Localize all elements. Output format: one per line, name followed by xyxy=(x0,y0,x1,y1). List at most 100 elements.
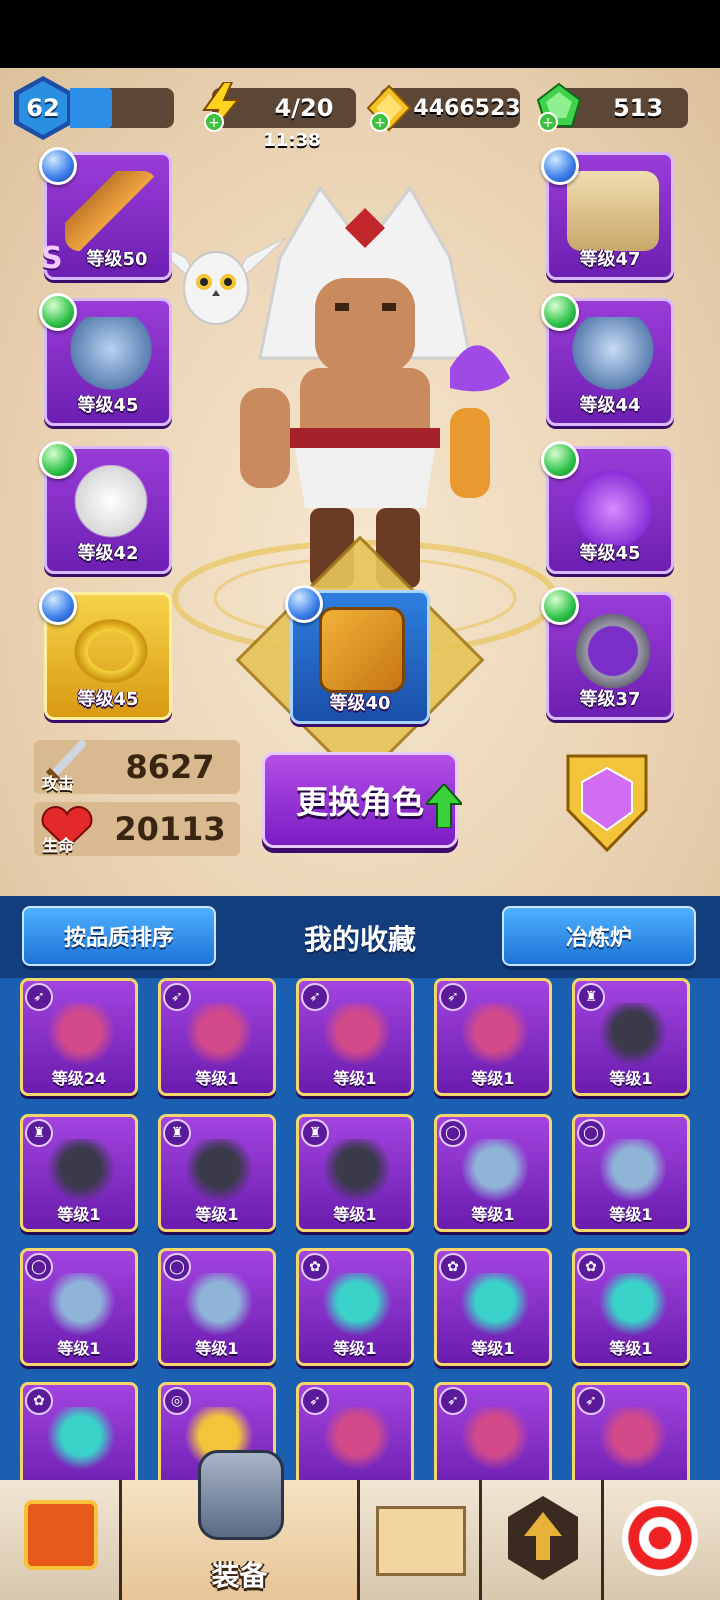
collection-item[interactable]: ➶ 等级1 xyxy=(158,978,276,1096)
ring-item-icon xyxy=(185,1273,253,1337)
slot-level: 等级47 xyxy=(579,249,641,270)
ring-item-icon xyxy=(461,1139,529,1203)
nav-tab-map[interactable] xyxy=(360,1480,482,1600)
item-level: 等级1 xyxy=(333,1339,377,1358)
nav-tab-chest[interactable] xyxy=(0,1480,122,1600)
gold-bracelet-icon xyxy=(65,611,157,691)
equip-slot-pet-2[interactable]: 等级45 xyxy=(541,441,674,574)
bow-item-icon xyxy=(461,1003,529,1067)
flame-pet-icon xyxy=(567,465,659,545)
slot-level: 等级45 xyxy=(77,689,139,710)
collection-item[interactable]: ◯ 等级1 xyxy=(158,1248,276,1366)
nav-tab-upgrade[interactable] xyxy=(482,1480,604,1600)
item-level: 等级1 xyxy=(333,1205,377,1224)
armor-item-icon xyxy=(185,1139,253,1203)
xp-bar xyxy=(70,88,174,128)
health-value: 20113 xyxy=(114,810,226,848)
collection-item[interactable]: ➶ 等级1 xyxy=(296,978,414,1096)
arrow-up-icon xyxy=(423,782,465,829)
pet-item-icon xyxy=(461,1273,529,1337)
element-orb-icon xyxy=(39,293,77,331)
energy-timer: 11:38 xyxy=(263,130,321,151)
gem-icon[interactable]: + xyxy=(534,82,584,132)
equip-slot-bracelet[interactable]: 等级45 xyxy=(39,587,172,720)
collection-item[interactable]: ♜ 等级1 xyxy=(572,978,690,1096)
sort-button-label: 按品质排序 xyxy=(63,926,174,951)
upgrade-arrow-icon xyxy=(508,1496,578,1580)
equip-slot-medallion[interactable]: 等级37 xyxy=(541,587,674,720)
armor-type-icon: ♜ xyxy=(25,1119,53,1147)
collection-item[interactable]: ➶ 等级1 xyxy=(434,978,552,1096)
sort-by-quality-button[interactable]: 按品质排序 xyxy=(22,906,216,966)
element-orb-icon xyxy=(541,293,579,331)
bow-item-icon xyxy=(461,1407,529,1471)
item-level: 等级1 xyxy=(471,1339,515,1358)
collection-grid: ➶ 等级24 ➶ 等级1 ➶ 等级1 ➶ 等级1 ♜ 等级1 ♜ 等级1 ♜ 等级1 ♜ 等级1 ◯ 等级1 ◯ 等级… xyxy=(0,978,720,1480)
collection-item[interactable]: ♜ 等级1 xyxy=(158,1114,276,1232)
equip-slot-spellbook[interactable]: 等级40 xyxy=(285,585,430,724)
item-level: 等级1 xyxy=(471,1205,515,1224)
forge-button[interactable]: 冶炼炉 xyxy=(502,906,696,966)
collection-item[interactable]: ✿ 等级1 xyxy=(434,1248,552,1366)
armor-type-icon: ♜ xyxy=(301,1119,329,1147)
collection-item[interactable]: ➶ xyxy=(572,1382,690,1480)
equip-slot-pet-1[interactable]: 等级42 xyxy=(39,441,172,574)
collection-title: 我的收藏 xyxy=(303,923,416,956)
owl-pet-icon xyxy=(65,465,157,545)
item-level: 等级1 xyxy=(57,1339,101,1358)
collection-item[interactable]: ◯ 等级1 xyxy=(20,1248,138,1366)
health-stat: 生命 20113 xyxy=(34,802,240,856)
svg-text:+: + xyxy=(374,115,386,131)
collection-item[interactable]: ♜ 等级1 xyxy=(296,1114,414,1232)
collection-item[interactable]: ♜ 等级1 xyxy=(20,1114,138,1232)
slot-level: 等级44 xyxy=(579,395,641,416)
pet-item-icon xyxy=(323,1273,391,1337)
bow-type-icon: ➶ xyxy=(577,1387,605,1415)
armor-item-icon xyxy=(599,1003,667,1067)
nav-tab-equipment[interactable]: 装备 xyxy=(122,1450,360,1600)
slot-level: 等级45 xyxy=(579,543,641,564)
slot-level: 等级45 xyxy=(77,395,139,416)
item-level: 等级1 xyxy=(333,1069,377,1088)
bow-type-icon: ➶ xyxy=(301,1387,329,1415)
equip-slot-weapon[interactable]: S 等级50 xyxy=(39,147,172,280)
player-level-badge[interactable]: 62 xyxy=(14,76,72,140)
energy-value: 4/20 xyxy=(274,94,334,122)
coin-icon[interactable]: + xyxy=(366,84,412,132)
bow-type-icon: ➶ xyxy=(163,983,191,1011)
gem-shield-icon[interactable] xyxy=(562,750,652,854)
collection-item[interactable]: ➶ 等级24 xyxy=(20,978,138,1096)
equip-slot-ring-2[interactable]: 等级44 xyxy=(541,293,674,426)
status-bar xyxy=(0,0,720,68)
gold-value: 4466523 xyxy=(413,95,521,121)
bow-item-icon xyxy=(47,1003,115,1067)
gem-value: 513 xyxy=(612,94,664,122)
energy-bolt-icon[interactable]: + xyxy=(198,81,244,133)
bull-ring-icon xyxy=(65,317,157,397)
collection-item[interactable]: ◯ 等级1 xyxy=(434,1114,552,1232)
heart-icon: 生命 xyxy=(34,802,100,856)
bow-item-icon xyxy=(185,1003,253,1067)
element-orb-icon xyxy=(541,441,579,479)
equip-slot-ring-1[interactable]: 等级45 xyxy=(39,293,172,426)
element-orb-icon xyxy=(541,147,579,185)
ring-type-icon: ◯ xyxy=(439,1119,467,1147)
ring-type-icon: ◯ xyxy=(577,1119,605,1147)
armor-type-icon: ♜ xyxy=(577,983,605,1011)
collection-item[interactable]: ➶ xyxy=(434,1382,552,1480)
collection-item[interactable]: ✿ 等级1 xyxy=(572,1248,690,1366)
collection-item[interactable]: ◯ 等级1 xyxy=(572,1114,690,1232)
collection-item[interactable]: ✿ 等级1 xyxy=(296,1248,414,1366)
wolf-ring-icon xyxy=(567,317,659,397)
slot-level: 等级42 xyxy=(77,543,139,564)
pet-item-icon xyxy=(47,1407,115,1471)
item-level: 等级1 xyxy=(195,1069,239,1088)
equip-slot-armor[interactable]: 等级47 xyxy=(541,147,674,280)
armor-type-icon: ♜ xyxy=(163,1119,191,1147)
collection-item[interactable]: ✿ xyxy=(20,1382,138,1480)
item-level: 等级1 xyxy=(471,1069,515,1088)
bow-item-icon xyxy=(599,1407,667,1471)
collection-item[interactable]: ➶ xyxy=(296,1382,414,1480)
nav-tab-target[interactable] xyxy=(604,1480,720,1600)
player-level: 62 xyxy=(19,81,67,135)
